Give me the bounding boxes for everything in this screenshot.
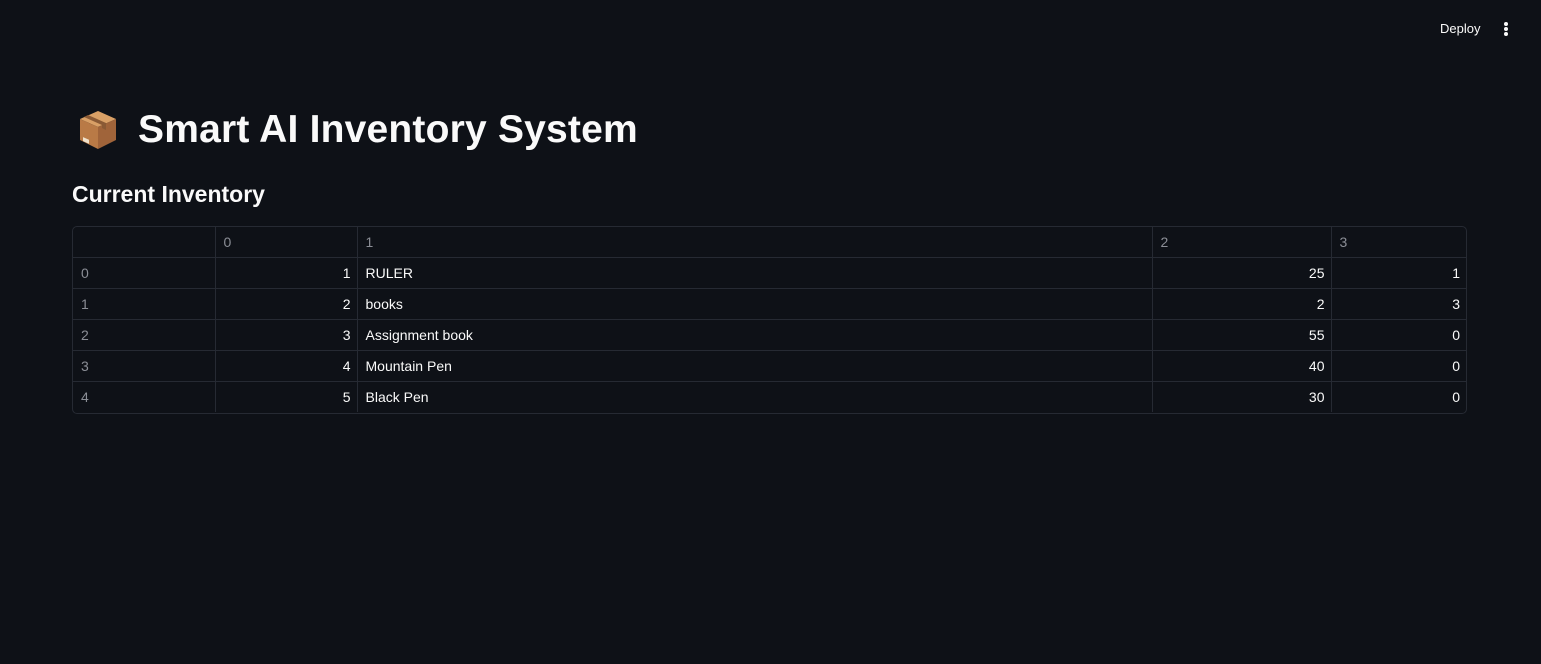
table-cell[interactable]: 25 xyxy=(1152,257,1332,289)
table-cell[interactable]: Black Pen xyxy=(357,381,1153,412)
inventory-table[interactable]: 0 1 2 3 0 1 RULER 25 1 1 2 books 2 3 2 3… xyxy=(72,226,1467,414)
table-cell[interactable]: 1 xyxy=(215,257,358,289)
column-header-index[interactable] xyxy=(73,227,216,258)
table-cell[interactable]: 0 xyxy=(1331,382,1466,413)
row-index[interactable]: 0 xyxy=(73,257,216,289)
table-row: 2 3 Assignment book 55 0 xyxy=(73,319,1466,351)
row-index[interactable]: 4 xyxy=(73,381,216,412)
column-header-0[interactable]: 0 xyxy=(215,227,358,258)
table-cell[interactable]: 2 xyxy=(215,288,358,320)
table-cell[interactable]: 0 xyxy=(1331,319,1466,351)
row-index[interactable]: 1 xyxy=(73,288,216,320)
column-header-1[interactable]: 1 xyxy=(357,227,1153,258)
table-cell[interactable]: 55 xyxy=(1152,319,1332,351)
row-index[interactable]: 3 xyxy=(73,350,216,382)
table-cell[interactable]: 0 xyxy=(1331,350,1466,382)
table-cell[interactable]: 5 xyxy=(215,381,358,412)
table-cell[interactable]: 4 xyxy=(215,350,358,382)
more-vertical-icon[interactable] xyxy=(1494,17,1518,41)
table-cell[interactable]: 30 xyxy=(1152,381,1332,412)
table-cell[interactable]: 40 xyxy=(1152,350,1332,382)
package-icon xyxy=(80,111,116,149)
table-header-row: 0 1 2 3 xyxy=(73,227,1466,258)
table-cell[interactable]: RULER xyxy=(357,257,1153,289)
top-toolbar: Deploy xyxy=(0,0,1541,58)
table-cell[interactable]: 2 xyxy=(1152,288,1332,320)
section-title: Current Inventory xyxy=(72,181,265,207)
deploy-button[interactable]: Deploy xyxy=(1430,17,1490,41)
table-cell[interactable]: Assignment book xyxy=(357,319,1153,351)
table-cell[interactable]: 3 xyxy=(215,319,358,351)
column-header-3[interactable]: 3 xyxy=(1331,227,1466,258)
table-row: 1 2 books 2 3 xyxy=(73,288,1466,320)
table-cell[interactable]: books xyxy=(357,288,1153,320)
row-index[interactable]: 2 xyxy=(73,319,216,351)
column-header-2[interactable]: 2 xyxy=(1152,227,1332,258)
table-row: 3 4 Mountain Pen 40 0 xyxy=(73,350,1466,382)
table-row: 0 1 RULER 25 1 xyxy=(73,257,1466,289)
table-cell[interactable]: 1 xyxy=(1331,257,1466,289)
table-cell[interactable]: Mountain Pen xyxy=(357,350,1153,382)
page-title-row: Smart AI Inventory System xyxy=(76,104,638,156)
page-title: Smart AI Inventory System xyxy=(138,108,638,151)
table-cell[interactable]: 3 xyxy=(1331,288,1466,320)
table-row: 4 5 Black Pen 30 0 xyxy=(73,381,1466,413)
